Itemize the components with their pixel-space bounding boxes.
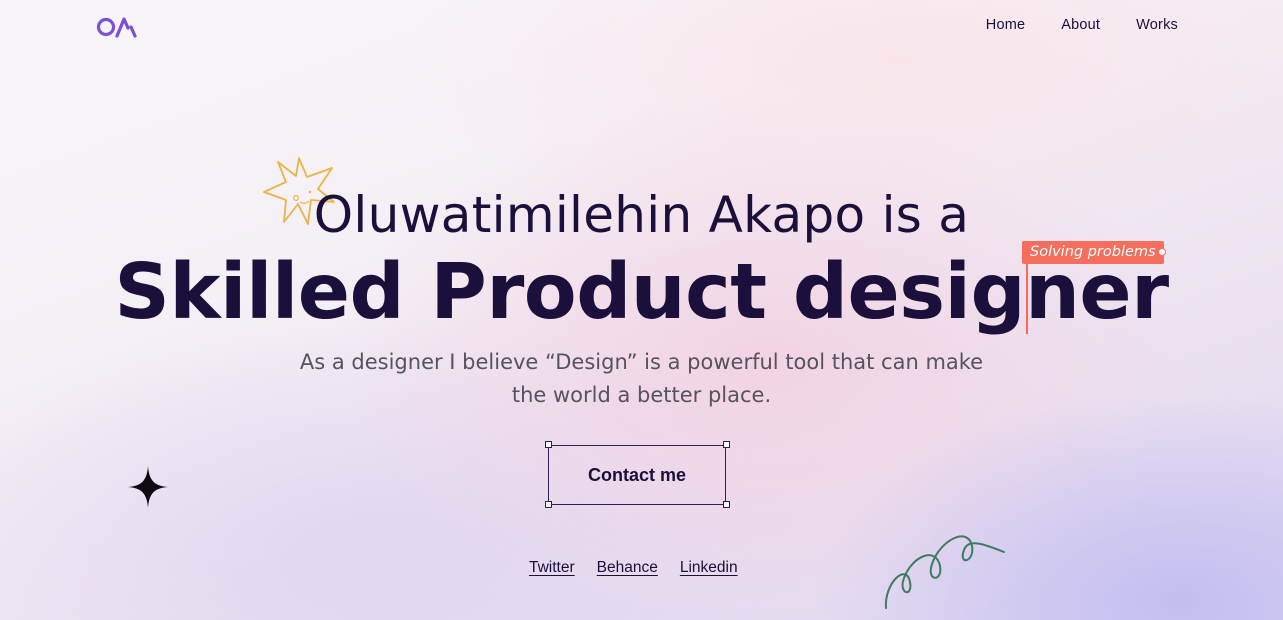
- contact-me-button[interactable]: Contact me: [548, 445, 726, 505]
- nav-about-link[interactable]: About: [1061, 17, 1100, 33]
- selection-handle-top-left: [545, 441, 552, 448]
- behance-link[interactable]: Behance: [597, 559, 658, 577]
- hero-subtitle: As a designer I believe “Design” is a po…: [299, 350, 984, 407]
- nav-works-link[interactable]: Works: [1136, 17, 1178, 33]
- hero-intro-line: Oluwatimilehin Akapo is a: [313, 186, 970, 244]
- social-links: Twitter Behance Linkedin: [529, 559, 738, 577]
- selection-handle-bottom-right: [723, 501, 730, 508]
- selection-handle-top-right: [723, 441, 730, 448]
- main-nav: Home About Works: [986, 17, 1178, 33]
- nav-home-link[interactable]: Home: [986, 17, 1025, 33]
- collaborator-cursor-tag: Solving problems: [1022, 241, 1164, 264]
- linkedin-link[interactable]: Linkedin: [680, 559, 738, 577]
- text-cursor-line: [1026, 258, 1028, 334]
- four-point-star-icon: [128, 466, 168, 508]
- oa-logo[interactable]: [96, 14, 140, 40]
- twitter-link[interactable]: Twitter: [529, 559, 575, 577]
- loop-squiggle-icon: [884, 535, 1005, 609]
- cursor-tag-dot: [1158, 248, 1166, 256]
- selection-handle-bottom-left: [545, 501, 552, 508]
